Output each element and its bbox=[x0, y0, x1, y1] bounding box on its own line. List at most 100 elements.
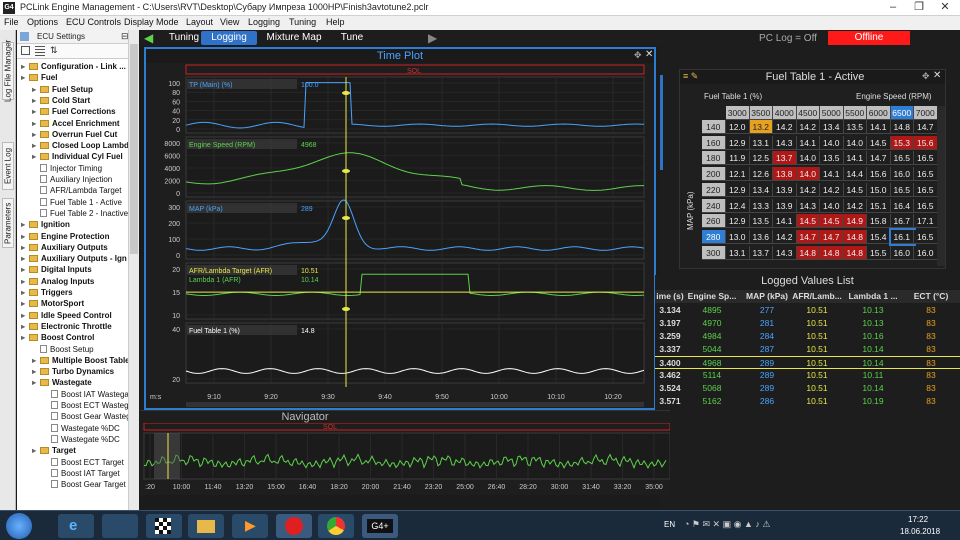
tab-tune[interactable]: Tune bbox=[334, 31, 370, 45]
table-cell[interactable]: 14.1 bbox=[843, 151, 867, 166]
table-cell[interactable]: 16.1 bbox=[888, 227, 916, 246]
table-cell[interactable]: 14.7 bbox=[820, 229, 844, 244]
table-cell[interactable]: 16.7 bbox=[890, 214, 914, 229]
table-cell[interactable]: 12.1 bbox=[726, 167, 750, 182]
tree-item[interactable]: Boost ECT Target bbox=[43, 457, 139, 468]
expand-arrow-icon[interactable]: ▸ bbox=[21, 276, 29, 287]
table-cell[interactable]: 14.8 bbox=[843, 229, 867, 244]
tree-item[interactable]: Boost IAT Target bbox=[43, 468, 139, 479]
tree-item[interactable]: ▸ Accel Enrichment bbox=[32, 118, 139, 129]
table-cell[interactable]: 15.6 bbox=[867, 167, 891, 182]
table-cell[interactable]: 13.6 bbox=[749, 229, 773, 244]
table-cell[interactable]: 12.9 bbox=[726, 182, 750, 197]
table-cell[interactable]: 16.5 bbox=[914, 182, 938, 197]
table-cell[interactable]: 15.6 bbox=[914, 135, 938, 150]
table-cell[interactable]: 14.3 bbox=[773, 135, 797, 150]
expand-arrow-icon[interactable]: ▸ bbox=[21, 231, 29, 242]
table-cell[interactable]: 14.0 bbox=[820, 198, 844, 213]
table-cell[interactable]: 16.5 bbox=[890, 182, 914, 197]
tree-item[interactable]: ▸ Target bbox=[32, 445, 139, 456]
expand-arrow-icon[interactable]: ▸ bbox=[32, 445, 40, 456]
sort-icon[interactable]: ⇅ bbox=[50, 45, 58, 56]
tray-icons[interactable]: ◔ ⚑ ✉ ✕ ▣ ◉ ▲ ♪ ⚠ bbox=[684, 519, 770, 530]
fuel-table-window[interactable]: ≡ ✎ Fuel Table 1 - Active ✥ ✕ Fuel Table… bbox=[679, 69, 946, 269]
table-cell[interactable]: 13.7 bbox=[773, 151, 797, 166]
table-cell[interactable]: 13.2 bbox=[749, 120, 773, 134]
table-cell[interactable]: 16.5 bbox=[890, 151, 914, 166]
table-cell[interactable]: 17.1 bbox=[914, 214, 938, 229]
table-cell[interactable]: 13.1 bbox=[726, 245, 750, 260]
menu-ecu-controls[interactable]: ECU Controls bbox=[66, 17, 121, 27]
tree-item[interactable]: ▸ Idle Speed Control bbox=[21, 310, 139, 321]
tree-item[interactable]: ▸ Triggers bbox=[21, 287, 139, 298]
column-header[interactable]: 5000 bbox=[820, 106, 844, 120]
expand-arrow-icon[interactable]: ▸ bbox=[32, 140, 40, 151]
expand-arrow-icon[interactable]: ▸ bbox=[21, 253, 29, 264]
expand-arrow-icon[interactable]: ▸ bbox=[32, 118, 40, 129]
chrome-icon[interactable] bbox=[318, 514, 354, 538]
table-cell[interactable]: 13.9 bbox=[773, 182, 797, 197]
tree-item[interactable]: ▸ Multiple Boost Tables bbox=[32, 355, 139, 366]
table-cell[interactable]: 14.1 bbox=[867, 120, 891, 134]
expand-arrow-icon[interactable]: ▸ bbox=[21, 242, 29, 253]
table-scrollbar[interactable] bbox=[937, 106, 945, 266]
table-cell[interactable]: 16.4 bbox=[890, 198, 914, 213]
column-header[interactable]: AFR/Lamb... bbox=[791, 290, 843, 303]
table-cell[interactable]: 15.4 bbox=[867, 229, 891, 244]
table-cell[interactable]: 12.6 bbox=[749, 167, 773, 182]
table-cell[interactable]: 16.0 bbox=[914, 245, 938, 260]
table-menu-icon[interactable]: ≡ ✎ bbox=[683, 71, 698, 82]
table-cell[interactable]: 14.8 bbox=[890, 120, 914, 134]
expand-arrow-icon[interactable]: ▸ bbox=[32, 377, 40, 388]
tree-item[interactable]: ▸ Digital Inputs bbox=[21, 264, 139, 275]
table-cell[interactable]: 13.5 bbox=[820, 151, 844, 166]
table-cell[interactable]: 14.2 bbox=[773, 229, 797, 244]
table-cell[interactable]: 12.5 bbox=[749, 151, 773, 166]
tree-item[interactable]: Auxiliary Injection bbox=[32, 174, 139, 185]
time-plot-window[interactable]: Time Plot ✥ ✕ SOL 100 80 60 40 20 0 TP (Main) (… bbox=[144, 47, 656, 410]
row-header[interactable]: 280 bbox=[702, 229, 726, 244]
column-header[interactable]: Lambda 1 ... bbox=[845, 290, 901, 303]
expand-arrow-icon[interactable]: ▸ bbox=[32, 355, 40, 366]
menu-view[interactable]: View bbox=[220, 17, 239, 27]
expand-arrow-icon[interactable]: ▸ bbox=[32, 95, 40, 106]
table-cell[interactable]: 16.5 bbox=[914, 198, 938, 213]
table-row[interactable]: 3.571 5162 286 10.51 10.19 83 bbox=[655, 395, 960, 408]
tree-item[interactable]: AFR/Lambda Target bbox=[32, 185, 139, 196]
expand-arrow-icon[interactable]: ▸ bbox=[32, 129, 40, 140]
expand-arrow-icon[interactable]: ▸ bbox=[32, 151, 40, 162]
expand-arrow-icon[interactable]: ▸ bbox=[21, 332, 29, 343]
menu-display-mode[interactable]: Display Mode bbox=[124, 17, 179, 27]
table-cell[interactable]: 15.3 bbox=[890, 135, 914, 150]
folder-icon[interactable] bbox=[188, 514, 224, 538]
table-cell[interactable]: 13.4 bbox=[820, 120, 844, 134]
row-header[interactable]: 300 bbox=[702, 245, 726, 260]
column-header[interactable]: ime (s) bbox=[655, 290, 685, 303]
tree-item[interactable]: ▸ Overrun Fuel Cut bbox=[32, 129, 139, 140]
table-cell[interactable]: 14.1 bbox=[773, 214, 797, 229]
tab-mixture-map[interactable]: Mixture Map bbox=[262, 31, 326, 45]
row-header[interactable]: 260 bbox=[702, 214, 726, 229]
row-header[interactable]: 180 bbox=[702, 151, 726, 166]
media-player-icon[interactable]: ▶ bbox=[232, 514, 268, 538]
table-cell[interactable]: 12.9 bbox=[726, 214, 750, 229]
maximize-button[interactable]: ❐ bbox=[906, 0, 932, 16]
expand-arrow-icon[interactable]: ▸ bbox=[21, 298, 29, 309]
tree-item[interactable]: ▸ Auxiliary Outputs - Ign bbox=[21, 253, 139, 264]
recorder-icon[interactable] bbox=[276, 514, 312, 538]
table-row[interactable]: 3.259 4984 284 10.51 10.16 83 bbox=[655, 330, 960, 343]
navigator-window-selector[interactable] bbox=[154, 433, 180, 479]
table-cell[interactable]: 14.8 bbox=[820, 245, 844, 260]
table-cell[interactable]: 13.1 bbox=[749, 135, 773, 150]
table-cell[interactable]: 14.5 bbox=[843, 182, 867, 197]
forward-arrow-icon[interactable]: ▶ bbox=[428, 31, 437, 45]
tab-event-log[interactable]: Event Log bbox=[2, 142, 14, 190]
time-plot-canvas[interactable]: SOL100806040200TP (Main) (%) 100.08000600… bbox=[146, 63, 654, 408]
table-cell[interactable]: 14.2 bbox=[820, 182, 844, 197]
grid-icon[interactable] bbox=[35, 46, 45, 56]
move-icon[interactable]: ✥ bbox=[922, 71, 930, 82]
tree-item[interactable]: ▸ Boost Control bbox=[21, 332, 139, 343]
navigator-window[interactable]: Navigator SOL:20 10:00 11:40 13:20 15:00 16:4… bbox=[140, 410, 670, 495]
tree-item[interactable]: Boost Gear Wastegate bbox=[43, 411, 139, 422]
table-cell[interactable]: 13.5 bbox=[843, 120, 867, 134]
